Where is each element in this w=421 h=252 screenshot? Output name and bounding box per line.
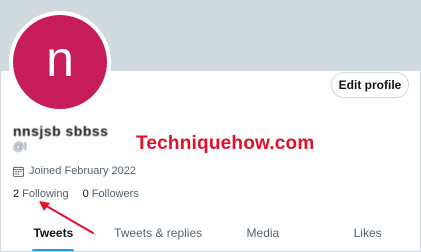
watermark-text: Techniquehow.com: [136, 133, 315, 154]
following-count: 2: [13, 188, 20, 200]
joined-date: Joined February 2022: [13, 165, 136, 177]
tab-label: Media: [246, 226, 280, 240]
profile-card: n Edit profile nnsjsb sbbss @l Technique…: [0, 0, 421, 252]
tab-likes[interactable]: Likes: [315, 213, 420, 251]
calendar-icon: [13, 166, 24, 177]
display-name: nnsjsb sbbss: [13, 123, 109, 139]
tab-tweets-replies[interactable]: Tweets & replies: [106, 213, 211, 251]
tab-tweets[interactable]: Tweets: [1, 213, 106, 251]
user-handle: @l: [13, 141, 27, 153]
tab-label: Tweets: [33, 226, 74, 240]
edit-profile-button[interactable]: Edit profile: [331, 72, 409, 98]
avatar[interactable]: n: [9, 11, 111, 113]
tab-label: Likes: [353, 226, 382, 240]
tab-label: Tweets & replies: [114, 226, 203, 240]
tab-media[interactable]: Media: [211, 213, 316, 251]
avatar-letter: n: [46, 31, 74, 87]
joined-label: Joined February 2022: [29, 165, 137, 177]
profile-tabs: Tweets Tweets & replies Media Likes: [1, 213, 420, 251]
